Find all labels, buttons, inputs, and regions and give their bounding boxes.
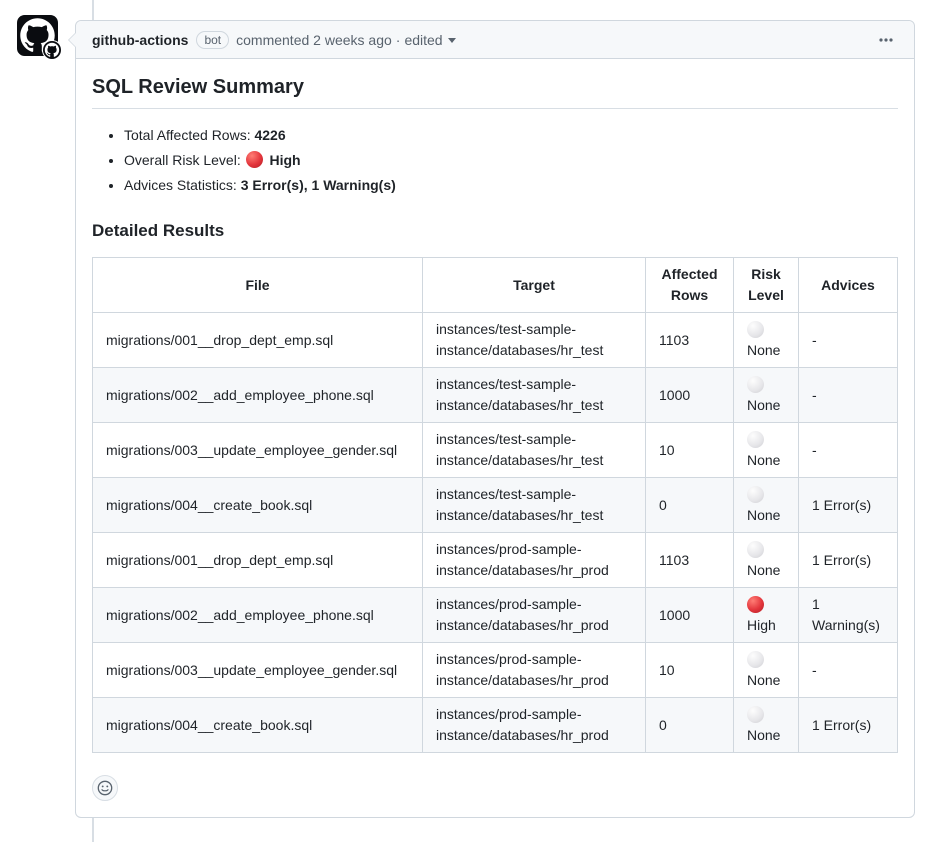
advices-cell: 1 Error(s)	[799, 478, 898, 533]
file-cell: migrations/001__drop_dept_emp.sql	[93, 533, 423, 588]
target-cell: instances/test-sample-instance/databases…	[423, 423, 646, 478]
risk-level-cell: None	[734, 643, 799, 698]
target-cell: instances/test-sample-instance/databases…	[423, 478, 646, 533]
summary-list: Total Affected Rows: 4226 Overall Risk L…	[92, 125, 898, 196]
risk-level-cell: None	[734, 313, 799, 368]
risk-level-label: None	[747, 507, 780, 523]
summary-item-total-rows: Total Affected Rows: 4226	[124, 125, 898, 146]
advices-cell: -	[799, 313, 898, 368]
risk-level-cell: High	[734, 588, 799, 643]
risk-dot	[747, 651, 764, 668]
page-title: SQL Review Summary	[92, 75, 898, 109]
edited-dropdown[interactable]: edited	[404, 32, 455, 48]
kebab-horizontal-icon	[878, 32, 894, 48]
comment-body: SQL Review Summary Total Affected Rows: …	[76, 59, 914, 817]
column-header-affected-rows: Affected Rows	[646, 258, 734, 313]
target-cell: instances/test-sample-instance/databases…	[423, 368, 646, 423]
file-cell: migrations/001__drop_dept_emp.sql	[93, 313, 423, 368]
comment-card: github-actions bot commented 2 weeks ago…	[75, 20, 915, 818]
column-header-risk-level: Risk Level	[734, 258, 799, 313]
file-cell: migrations/002__add_employee_phone.sql	[93, 368, 423, 423]
table-row: migrations/002__add_employee_phone.sql i…	[93, 588, 898, 643]
author-link[interactable]: github-actions	[92, 32, 188, 48]
risk-dot	[747, 321, 764, 338]
risk-level-label: None	[747, 562, 780, 578]
advices-cell: -	[799, 423, 898, 478]
file-cell: migrations/003__update_employee_gender.s…	[93, 423, 423, 478]
results-table: File Target Affected Rows Risk Level Adv…	[92, 257, 898, 753]
advices-cell: 1 Error(s)	[799, 533, 898, 588]
risk-level-label: None	[747, 727, 780, 743]
risk-level-cell: None	[734, 423, 799, 478]
affected-rows-cell: 1000	[646, 588, 734, 643]
table-row: migrations/003__update_employee_gender.s…	[93, 423, 898, 478]
file-cell: migrations/003__update_employee_gender.s…	[93, 643, 423, 698]
smiley-icon	[97, 780, 113, 796]
table-row: migrations/001__drop_dept_emp.sql instan…	[93, 533, 898, 588]
edited-label: edited	[404, 32, 442, 48]
comment-header: github-actions bot commented 2 weeks ago…	[76, 21, 914, 59]
risk-dot	[747, 431, 764, 448]
risk-dot	[747, 486, 764, 503]
advices-stats-value: 3 Error(s), 1 Warning(s)	[241, 177, 396, 193]
affected-rows-cell: 0	[646, 478, 734, 533]
affected-rows-cell: 10	[646, 423, 734, 478]
target-cell: instances/prod-sample-instance/databases…	[423, 588, 646, 643]
file-cell: migrations/002__add_employee_phone.sql	[93, 588, 423, 643]
target-cell: instances/prod-sample-instance/databases…	[423, 698, 646, 753]
affected-rows-cell: 1000	[646, 368, 734, 423]
advices-cell: 1 Warning(s)	[799, 588, 898, 643]
risk-dot	[747, 376, 764, 393]
risk-level-label: None	[747, 397, 780, 413]
affected-rows-cell: 10	[646, 643, 734, 698]
overall-risk-value: High	[269, 152, 300, 168]
table-row: migrations/004__create_book.sql instance…	[93, 478, 898, 533]
risk-level-label: None	[747, 342, 780, 358]
add-reaction-button[interactable]	[92, 775, 118, 801]
file-cell: migrations/004__create_book.sql	[93, 698, 423, 753]
file-cell: migrations/004__create_book.sql	[93, 478, 423, 533]
comment-options-button[interactable]	[874, 28, 898, 52]
meta-separator: ·	[396, 32, 401, 48]
avatar[interactable]	[17, 15, 58, 56]
affected-rows-cell: 1103	[646, 533, 734, 588]
table-header-row: File Target Affected Rows Risk Level Adv…	[93, 258, 898, 313]
risk-level-cell: None	[734, 368, 799, 423]
column-header-target: Target	[423, 258, 646, 313]
target-cell: instances/test-sample-instance/databases…	[423, 313, 646, 368]
table-row: migrations/002__add_employee_phone.sql i…	[93, 368, 898, 423]
advices-cell: 1 Error(s)	[799, 698, 898, 753]
table-row: migrations/004__create_book.sql instance…	[93, 698, 898, 753]
total-rows-value: 4226	[254, 127, 285, 143]
reactions-bar	[92, 775, 898, 801]
risk-level-label: None	[747, 672, 780, 688]
risk-level-label: High	[747, 617, 776, 633]
github-mark-badge-icon	[42, 40, 62, 60]
table-row: migrations/001__drop_dept_emp.sql instan…	[93, 313, 898, 368]
risk-dot	[747, 706, 764, 723]
summary-item-risk-level: Overall Risk Level: High	[124, 150, 898, 171]
target-cell: instances/prod-sample-instance/databases…	[423, 643, 646, 698]
bot-badge: bot	[196, 31, 229, 49]
chevron-down-icon	[448, 38, 456, 43]
timestamp-link[interactable]: commented 2 weeks ago	[236, 32, 392, 48]
affected-rows-cell: 0	[646, 698, 734, 753]
table-row: migrations/003__update_employee_gender.s…	[93, 643, 898, 698]
risk-dot	[747, 596, 764, 613]
advices-cell: -	[799, 643, 898, 698]
column-header-file: File	[93, 258, 423, 313]
risk-dot	[747, 541, 764, 558]
summary-item-advices: Advices Statistics: 3 Error(s), 1 Warnin…	[124, 175, 898, 196]
section-title: Detailed Results	[92, 220, 898, 241]
target-cell: instances/prod-sample-instance/databases…	[423, 533, 646, 588]
risk-level-cell: None	[734, 698, 799, 753]
risk-dot	[246, 151, 263, 168]
affected-rows-cell: 1103	[646, 313, 734, 368]
column-header-advices: Advices	[799, 258, 898, 313]
risk-level-label: None	[747, 452, 780, 468]
advices-cell: -	[799, 368, 898, 423]
risk-level-cell: None	[734, 478, 799, 533]
risk-level-cell: None	[734, 533, 799, 588]
